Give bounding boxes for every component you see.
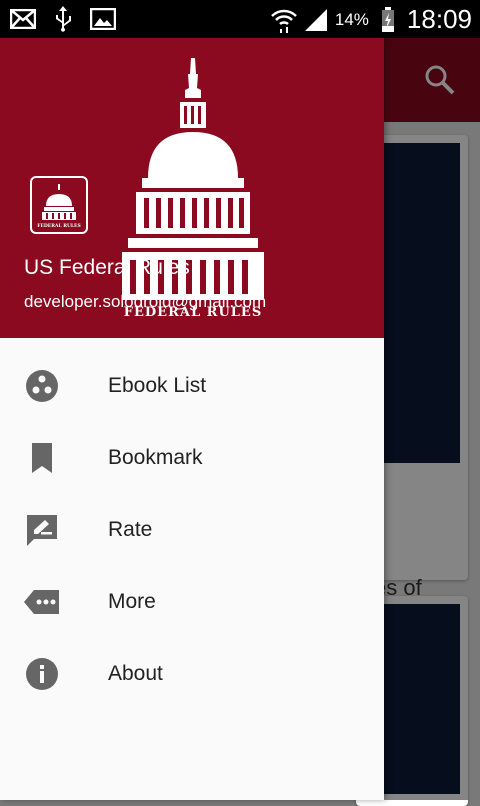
- drawer-menu: Ebook List Bookmark Rate More About: [0, 350, 384, 710]
- usb-icon: [50, 6, 76, 32]
- menu-item-rate[interactable]: Rate: [0, 494, 384, 566]
- bookmark-icon: [24, 440, 60, 476]
- battery-percent: 14%: [334, 9, 369, 29]
- app-name: US Federal Rules: [24, 256, 190, 279]
- developer-email: developer.solodroid@gmail.com: [24, 292, 267, 311]
- menu-item-bookmark[interactable]: Bookmark: [0, 422, 384, 494]
- status-bar: 14% 18:09: [0, 0, 480, 38]
- signal-icon: [303, 7, 329, 33]
- menu-item-label: Ebook List: [108, 374, 207, 397]
- battery-icon: [375, 6, 401, 33]
- email-icon: [10, 6, 36, 32]
- menu-item-label: More: [108, 590, 156, 613]
- menu-item-label: About: [108, 662, 163, 685]
- more-icon: [24, 584, 60, 620]
- menu-item-label: Rate: [108, 518, 153, 541]
- menu-item-ebook-list[interactable]: Ebook List: [0, 350, 384, 422]
- info-icon: [24, 656, 60, 692]
- app-logo: FEDERAL RULES: [30, 176, 88, 234]
- rate-icon: [24, 512, 60, 548]
- clock: 18:09: [406, 4, 472, 34]
- ebook-list-icon: [24, 368, 60, 404]
- image-icon: [90, 6, 116, 32]
- capitol-logo: FEDERAL RULES: [122, 58, 264, 320]
- drawer-header: FEDERAL RULES FEDERAL RULES US Federal R…: [0, 38, 384, 338]
- menu-item-label: Bookmark: [108, 446, 203, 469]
- navigation-drawer: FEDERAL RULES FEDERAL RULES US Federal R…: [0, 38, 384, 800]
- svg-text:FEDERAL RULES: FEDERAL RULES: [37, 223, 80, 229]
- menu-item-about[interactable]: About: [0, 638, 384, 710]
- wifi-icon: [271, 7, 297, 33]
- menu-item-more[interactable]: More: [0, 566, 384, 638]
